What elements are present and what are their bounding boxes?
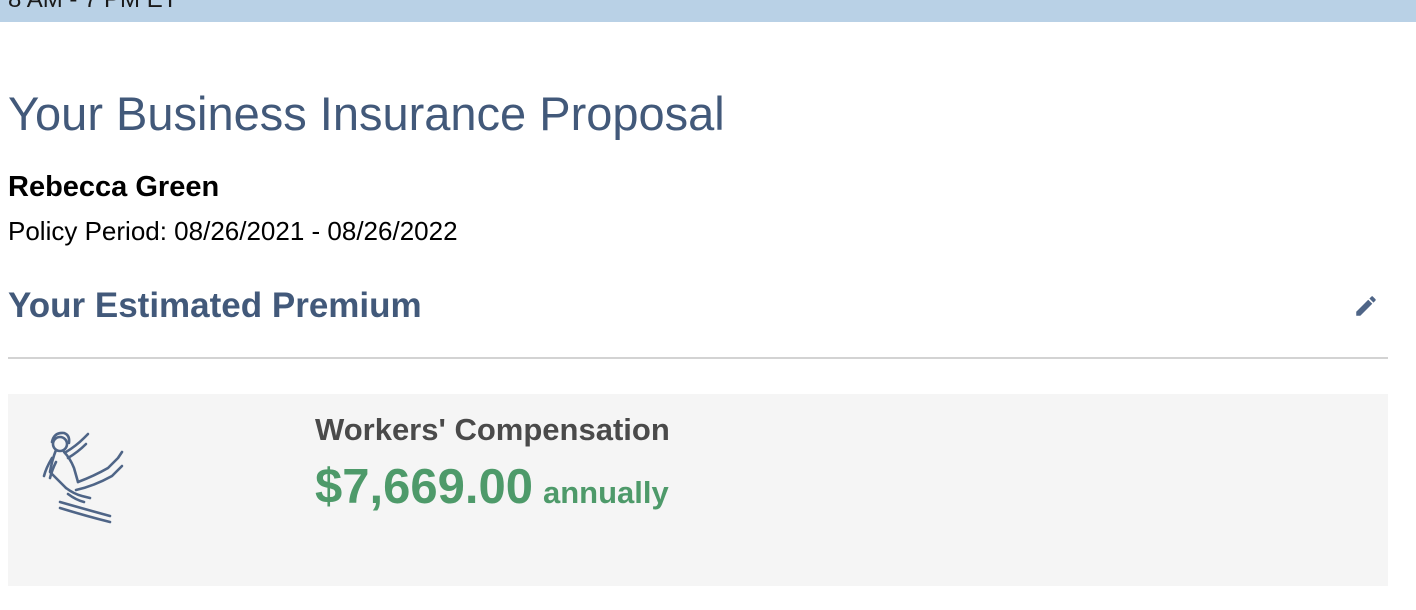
estimated-premium-heading: Your Estimated Premium	[8, 286, 422, 325]
policy-period: Policy Period: 08/26/2021 - 08/26/2022	[8, 216, 458, 246]
edit-premium-button[interactable]	[1350, 290, 1382, 322]
section-divider	[8, 357, 1388, 359]
pencil-icon	[1356, 296, 1376, 316]
customer-name: Rebecca Green	[8, 171, 220, 203]
page-title: Your Business Insurance Proposal	[8, 87, 725, 140]
premium-period: annually	[543, 475, 669, 510]
top-banner: 8 AM - 7 PM ET	[0, 0, 1416, 22]
slip-fall-worker-icon	[42, 431, 124, 524]
premium-amount: $7,669.00	[315, 460, 533, 514]
support-hours-text: 8 AM - 7 PM ET	[8, 0, 177, 14]
premium-price-row: $7,669.00 annually	[315, 458, 669, 522]
coverage-card-workers-comp: Workers' Compensation $7,669.00 annually	[8, 394, 1388, 586]
coverage-name: Workers' Compensation	[315, 412, 670, 447]
